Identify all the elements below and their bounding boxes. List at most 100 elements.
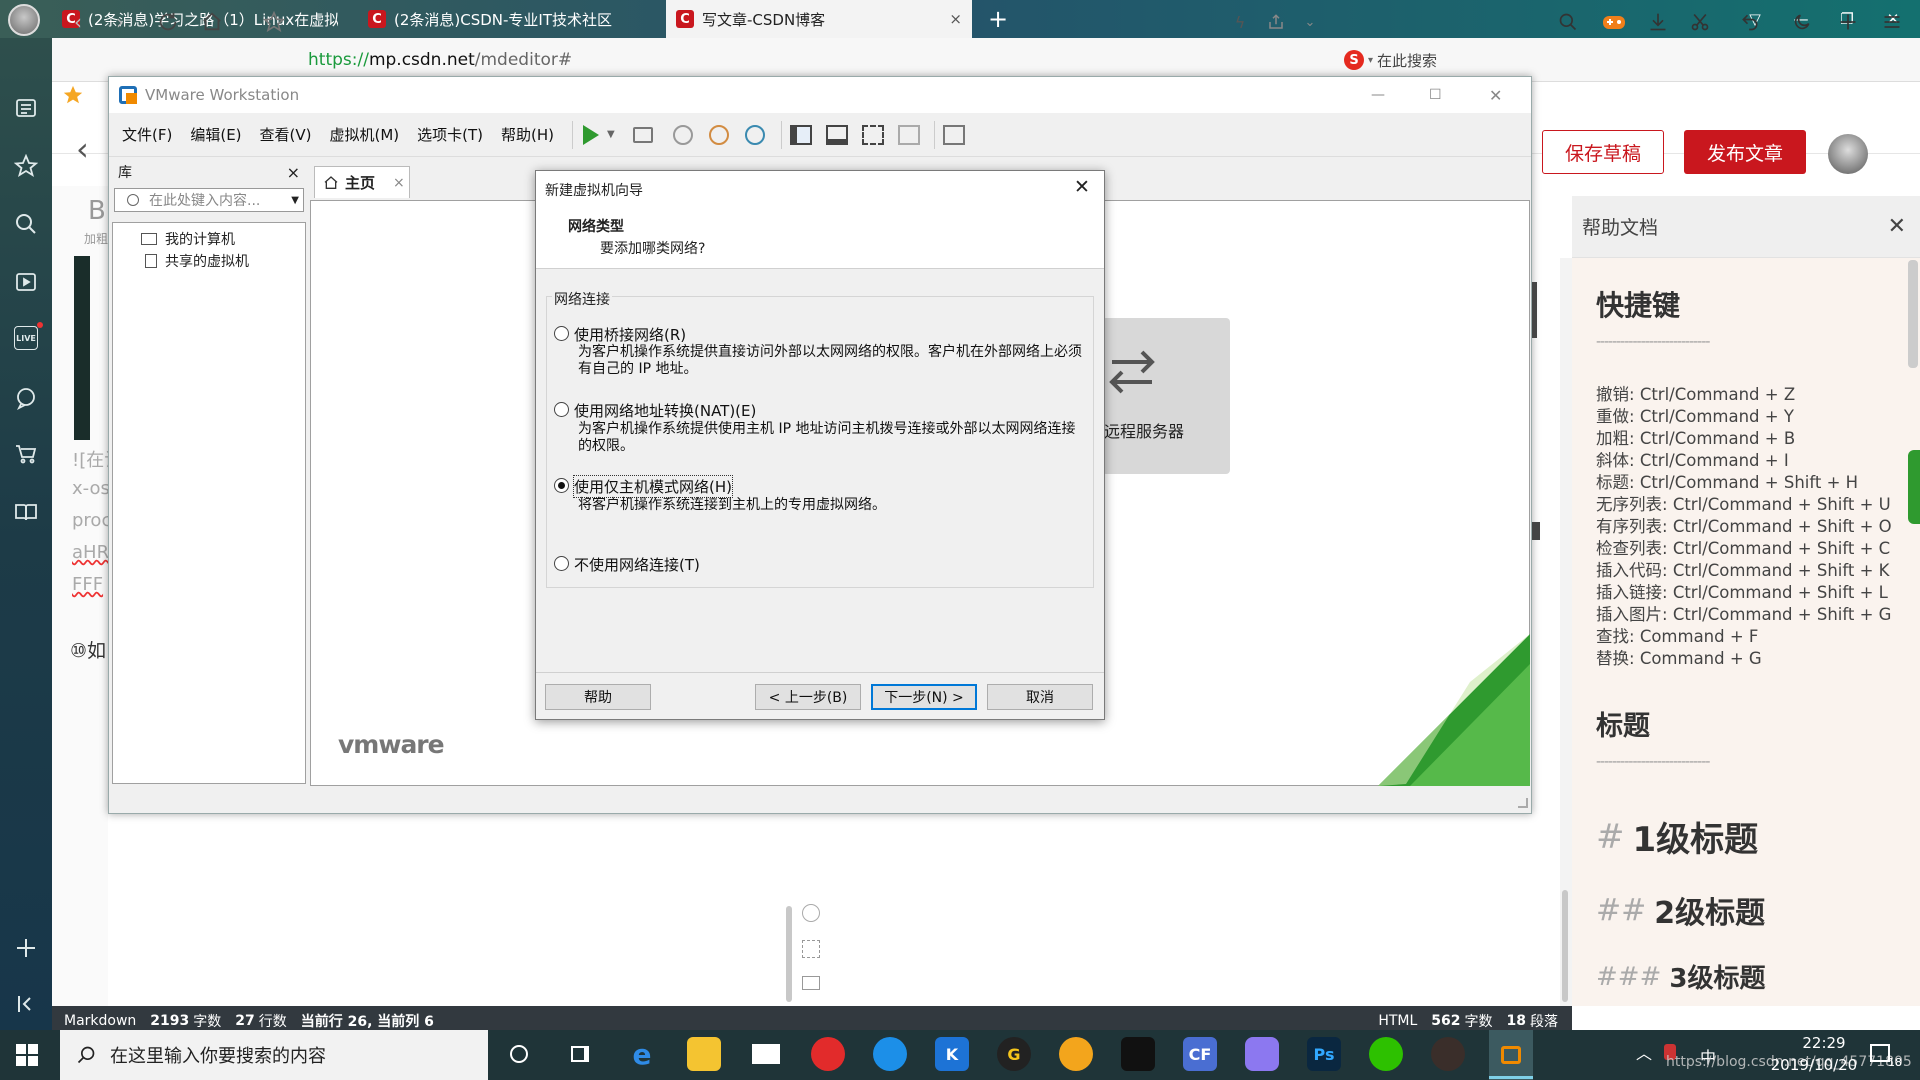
radio-bridged-button[interactable] — [554, 326, 569, 341]
wizard-cancel-button[interactable]: 取消 — [987, 684, 1093, 710]
live-icon[interactable]: LIVE — [14, 326, 38, 350]
edge-icon[interactable]: e — [625, 1037, 659, 1071]
vmware-minimize-button[interactable]: — — [1371, 87, 1385, 103]
bookmark-bar-star-icon[interactable] — [62, 84, 90, 112]
console-view-icon[interactable] — [942, 124, 965, 145]
netease-music-icon[interactable] — [811, 1037, 845, 1071]
engine-dropdown-icon[interactable]: ▾ — [1368, 55, 1373, 66]
snapshot-icon[interactable] — [672, 124, 693, 145]
forward-icon[interactable]: › — [108, 10, 132, 34]
menu-tabs[interactable]: 选项卡(T) — [417, 124, 483, 145]
chat-icon[interactable] — [14, 386, 38, 410]
wizard-back-button[interactable]: < 上一步(B) — [755, 684, 861, 710]
add-icon[interactable] — [14, 936, 38, 960]
bookmark-star-icon[interactable] — [262, 10, 286, 34]
ghost-game-icon[interactable] — [1121, 1037, 1155, 1071]
menu-edit[interactable]: 编辑(E) — [190, 124, 241, 145]
tree-item-my-computer[interactable]: 我的计算机 — [141, 229, 235, 249]
chevron-down-icon[interactable]: ⌄ — [1298, 10, 1322, 34]
tray-chevron-icon[interactable]: ︿ — [1636, 1040, 1652, 1064]
library-search-input[interactable]: 在此处键入内容... ▼ — [114, 188, 304, 212]
editor-back-icon[interactable]: ‹ — [76, 130, 89, 168]
windows-start-icon[interactable] — [16, 1044, 38, 1066]
wizard-help-button[interactable]: 帮助 — [545, 684, 651, 710]
unity-icon[interactable] — [897, 124, 920, 145]
help-close-icon[interactable]: ✕ — [1888, 214, 1906, 239]
book-icon[interactable] — [14, 500, 38, 524]
radio-host-only-button[interactable] — [554, 478, 569, 493]
resize-grip-icon[interactable] — [1518, 798, 1528, 808]
radio-nat[interactable]: 使用网络地址转换(NAT)(E) — [554, 400, 756, 421]
mail-icon[interactable] — [749, 1037, 783, 1071]
radio-no-network[interactable]: 不使用网络连接(T) — [554, 554, 700, 575]
preview-icon[interactable] — [802, 976, 820, 990]
url-field[interactable]: https:// mp.csdn.net /mdeditor# — [308, 46, 572, 74]
home-tab-close-icon[interactable]: × — [393, 175, 405, 191]
help-scrollbar[interactable] — [1562, 890, 1568, 1002]
sync-scroll-icon[interactable] — [802, 904, 820, 922]
reload-icon[interactable] — [156, 10, 180, 34]
wizard-next-button[interactable]: 下一步(N) > — [871, 684, 977, 710]
save-draft-button[interactable]: 保存草稿 — [1542, 130, 1664, 174]
video-icon[interactable] — [14, 270, 38, 294]
menu-icon[interactable] — [1880, 10, 1904, 34]
menu-help[interactable]: 帮助(H) — [501, 124, 554, 145]
qq-browser-icon[interactable] — [873, 1037, 907, 1071]
library-close-icon[interactable]: × — [287, 163, 300, 182]
lightning-icon[interactable]: ϟ — [1228, 10, 1252, 34]
snapshot-manager-icon[interactable] — [744, 124, 765, 145]
wechat-icon[interactable] — [1369, 1037, 1403, 1071]
vmware-icon[interactable] — [1489, 1030, 1533, 1080]
browser-tab[interactable]: C (2条消息)CSDN-专业IT技术社区 — [358, 0, 658, 38]
photoshop-icon[interactable]: Ps — [1307, 1037, 1341, 1071]
chevron-down-icon[interactable]: ▼ — [291, 195, 299, 206]
home-icon[interactable] — [200, 10, 224, 34]
user-avatar[interactable] — [1828, 134, 1868, 174]
menu-view[interactable]: 查看(V) — [260, 124, 312, 145]
cart-icon[interactable] — [14, 442, 38, 466]
show-library-icon[interactable] — [789, 124, 812, 145]
search-icon[interactable] — [14, 212, 38, 236]
scissors-icon[interactable] — [1688, 10, 1712, 34]
radio-nat-button[interactable] — [554, 402, 569, 417]
taskview-icon[interactable] — [563, 1037, 597, 1071]
toolbar-bold[interactable]: B — [88, 196, 106, 226]
editor-scrollbar[interactable] — [786, 906, 792, 1002]
thumbnail-bar-icon[interactable] — [825, 124, 848, 145]
send-ctrl-alt-del-icon[interactable] — [632, 126, 653, 143]
kk-icon[interactable]: K — [935, 1037, 969, 1071]
search-engine-icon[interactable]: S — [1344, 50, 1364, 70]
share-icon[interactable] — [1264, 10, 1288, 34]
power-on-icon[interactable] — [583, 124, 600, 145]
publish-button[interactable]: 发布文章 — [1684, 130, 1806, 174]
dog-game-icon[interactable] — [1059, 1037, 1093, 1071]
plus-icon[interactable] — [1836, 10, 1860, 34]
back-icon[interactable]: ‹ — [66, 10, 90, 34]
fullscreen-icon[interactable] — [802, 940, 820, 958]
cube-icon[interactable] — [1245, 1037, 1279, 1071]
download-icon[interactable] — [1646, 10, 1670, 34]
news-icon[interactable] — [14, 96, 38, 120]
wizard-close-icon[interactable]: ✕ — [1074, 176, 1090, 198]
fullscreen-icon[interactable] — [861, 124, 884, 145]
browser-avatar[interactable] — [8, 4, 40, 36]
cf-icon[interactable]: CF — [1183, 1037, 1217, 1071]
avatar-game-icon[interactable] — [1431, 1037, 1465, 1071]
cortana-icon[interactable] — [502, 1037, 536, 1071]
search-icon[interactable] — [1556, 10, 1580, 34]
undo-icon[interactable] — [1738, 10, 1762, 34]
power-dropdown-icon[interactable]: ▼ — [607, 129, 615, 140]
revert-snapshot-icon[interactable] — [708, 124, 729, 145]
tree-item-shared-vms[interactable]: 共享的虚拟机 — [145, 251, 249, 271]
page-scrollbar[interactable] — [1908, 260, 1918, 368]
home-tab[interactable]: 主页 × — [314, 166, 410, 198]
taskbar-search-box[interactable]: 在这里输入你要搜索的内容 — [60, 1030, 488, 1080]
explorer-icon[interactable] — [687, 1037, 721, 1071]
new-tab-button[interactable]: + — [980, 0, 1020, 38]
tab-close-icon[interactable]: × — [949, 10, 962, 28]
favorites-icon[interactable] — [14, 154, 38, 178]
menu-file[interactable]: 文件(F) — [122, 124, 172, 145]
radio-bridged[interactable]: 使用桥接网络(R) — [554, 324, 686, 345]
browser-tab-active[interactable]: C 写文章-CSDN博客 × — [666, 0, 972, 38]
browser-search-box[interactable]: S ▾ 在此搜索 — [1344, 48, 1524, 72]
